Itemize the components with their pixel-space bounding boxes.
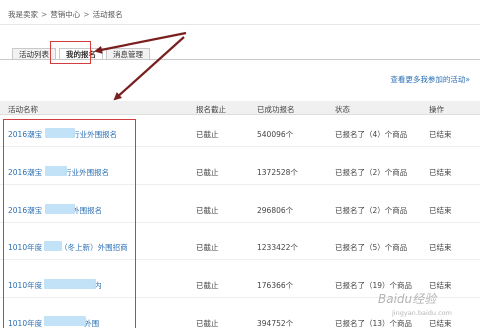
deadline-cell: 已截止 <box>196 319 219 328</box>
baidu-watermark: Baidu经验 <box>378 292 437 306</box>
baidu-watermark-url: jingyan.baidu.com <box>392 309 452 317</box>
breadcrumb: 我是卖家 > 营销中心 > 活动报名 <box>8 9 123 21</box>
status-cell: 已报名了（4）个商品 <box>335 130 408 139</box>
breadcrumb-item-seller[interactable]: 我是卖家 <box>8 10 38 19</box>
table-header: 活动名称 报名截止 已成功报名 状态 操作 <box>0 101 480 115</box>
breadcrumb-separator: > <box>83 10 90 19</box>
more-activities-link[interactable]: 查看更多我参加的活动» <box>390 74 470 85</box>
count-cell: 1372528个 <box>257 168 298 177</box>
action-cell: 已结束 <box>429 243 452 252</box>
count-cell: 1233422个 <box>257 243 298 252</box>
column-header-status: 状态 <box>335 105 350 114</box>
activity-list-highlight-box <box>3 119 136 328</box>
deadline-cell: 已截止 <box>196 206 219 215</box>
breadcrumb-item-marketing[interactable]: 营销中心 <box>50 10 80 19</box>
count-cell: 176366个 <box>257 281 294 290</box>
action-cell: 已结束 <box>429 168 452 177</box>
deadline-cell: 已截止 <box>196 130 219 139</box>
header-divider <box>0 24 480 25</box>
column-header-action: 操作 <box>429 105 444 114</box>
action-cell: 已结束 <box>429 130 452 139</box>
column-header-name: 活动名称 <box>8 105 38 114</box>
status-cell: 已报名了（2）个商品 <box>335 206 408 215</box>
tab-highlight-box <box>50 41 91 64</box>
column-header-count: 已成功报名 <box>257 105 295 114</box>
breadcrumb-separator: > <box>41 10 48 19</box>
status-cell: 已报名了（2）个商品 <box>335 168 408 177</box>
deadline-cell: 已截止 <box>196 243 219 252</box>
status-cell: 已报名了（5）个商品 <box>335 243 408 252</box>
deadline-cell: 已截止 <box>196 281 219 290</box>
action-cell: 已结束 <box>429 206 452 215</box>
action-cell: 已结束 <box>429 319 452 328</box>
count-cell: 394752个 <box>257 319 294 328</box>
count-cell: 296806个 <box>257 206 294 215</box>
deadline-cell: 已截止 <box>196 168 219 177</box>
breadcrumb-item-current: 活动报名 <box>92 10 123 19</box>
column-header-deadline: 报名截止 <box>196 105 226 114</box>
count-cell: 540096个 <box>257 130 294 139</box>
status-cell: 已报名了（13）个商品 <box>335 319 413 328</box>
